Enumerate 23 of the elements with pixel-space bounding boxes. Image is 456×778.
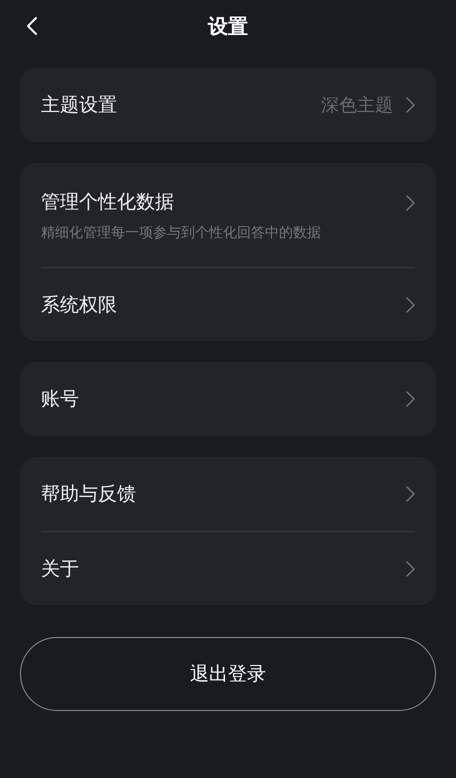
chevron-icon	[406, 296, 415, 312]
chevron-icon	[406, 560, 415, 576]
settings-row[interactable]: 关于	[41, 531, 415, 605]
row-label: 账号	[41, 387, 80, 412]
chevron-icon	[406, 486, 415, 502]
settings-row[interactable]: 系统权限	[41, 267, 415, 341]
settings-row[interactable]: 帮助与反馈	[41, 457, 415, 531]
settings-row[interactable]: 管理个性化数据 精细化管理每一项参与到个性化回答中的数据	[41, 163, 415, 267]
row-description: 精细化管理每一项参与到个性化回答中的数据	[41, 224, 322, 243]
row-label: 管理个性化数据	[41, 190, 175, 215]
chevron-icon	[406, 97, 415, 113]
row-value: 深色主题	[321, 94, 393, 118]
page-title: 设置	[208, 13, 248, 40]
settings-row[interactable]: 主题设置 深色主题	[41, 68, 415, 142]
row-label: 系统权限	[41, 292, 118, 318]
settings-row[interactable]: 账号	[41, 362, 415, 436]
row-label: 主题设置	[41, 93, 118, 118]
chevron-icon	[406, 391, 415, 407]
back-icon[interactable]	[26, 16, 38, 36]
chevron-icon	[406, 195, 415, 211]
row-label: 关于	[41, 556, 80, 582]
row-label: 帮助与反馈	[41, 482, 137, 507]
logout-button[interactable]: 退出登录	[20, 637, 436, 711]
